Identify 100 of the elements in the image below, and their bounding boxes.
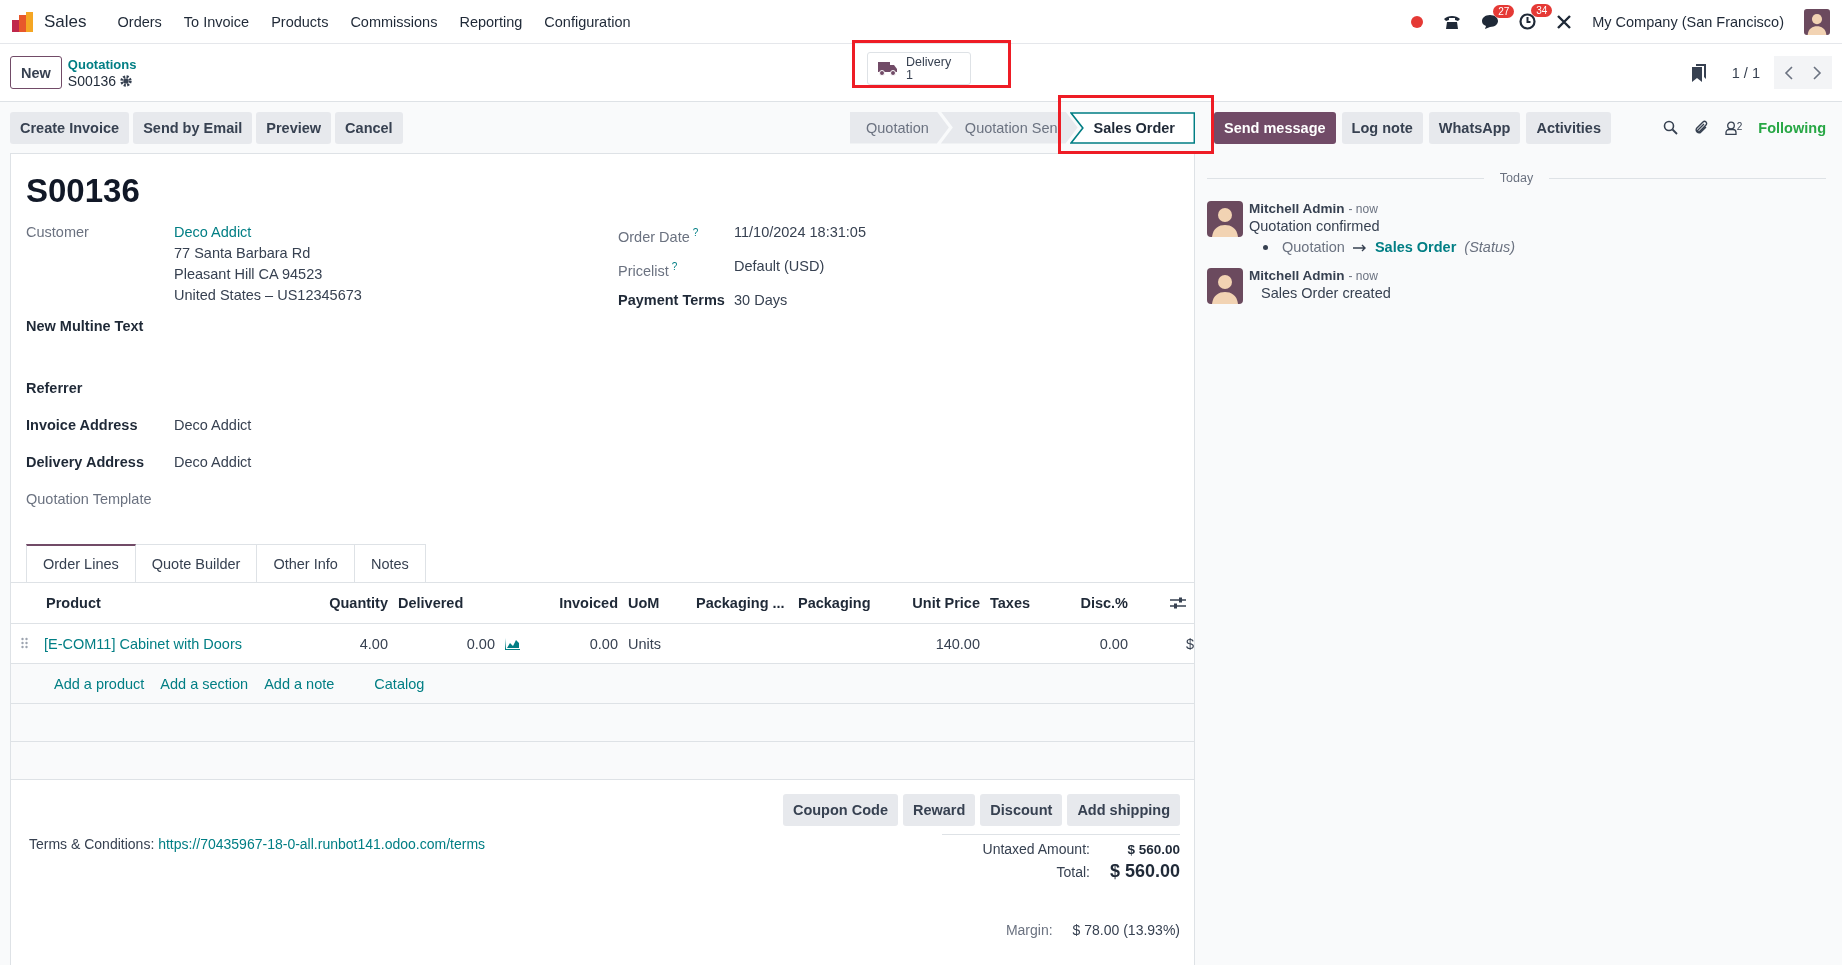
field-value: Default (USD) bbox=[734, 257, 825, 276]
column-settings-icon[interactable] bbox=[1170, 596, 1186, 610]
table-cell-text: Units bbox=[627, 635, 663, 652]
message-text: Quotation confirmed bbox=[1249, 217, 1381, 236]
terms-text: Terms & Conditions: https://70435967-18-0-all.runbot141.odoo.com/terms bbox=[29, 836, 486, 854]
search-icon[interactable] bbox=[1662, 120, 1678, 135]
promo-button[interactable]: Discount bbox=[980, 794, 1063, 826]
field-value: Deco Addict bbox=[174, 453, 252, 472]
action-button[interactable]: Send by Email bbox=[133, 111, 253, 144]
table-cell: 0.00 bbox=[466, 635, 495, 652]
address-line: 77 Santa Barbara Rd bbox=[174, 244, 312, 263]
area-chart-icon[interactable] bbox=[505, 637, 520, 650]
add-link[interactable]: Add a note bbox=[264, 675, 335, 692]
column-header[interactable]: Unit Price bbox=[881, 595, 985, 611]
total-label: Total: bbox=[1055, 864, 1090, 880]
total-label: Untaxed Amount: bbox=[981, 841, 1090, 857]
arrow-icon bbox=[1352, 243, 1367, 252]
drag-handle-icon[interactable] bbox=[21, 636, 28, 649]
tab[interactable]: Quote Builder bbox=[135, 544, 258, 583]
tracking-field: (Status) bbox=[1464, 237, 1516, 258]
column-header[interactable]: UoM bbox=[623, 595, 691, 611]
chatter-button[interactable]: Send message bbox=[1214, 111, 1336, 144]
message-author: Mitchell Admin bbox=[1249, 201, 1345, 216]
status-step[interactable]: Quotation Sen bbox=[940, 111, 1078, 144]
status-step[interactable]: Sales Order bbox=[1069, 111, 1195, 144]
chat-icon[interactable] bbox=[1481, 13, 1500, 30]
menu-item[interactable]: To Invoice bbox=[172, 13, 261, 30]
avatar-icon bbox=[1207, 268, 1243, 304]
truck-icon bbox=[878, 61, 898, 76]
status-step[interactable]: Quotation bbox=[849, 111, 949, 144]
clock-icon[interactable] bbox=[1519, 13, 1537, 30]
menu-item[interactable]: Products bbox=[260, 13, 340, 30]
action-button[interactable]: Cancel bbox=[335, 111, 403, 144]
app-logo-icon[interactable] bbox=[12, 11, 34, 32]
promo-button[interactable]: Coupon Code bbox=[782, 794, 898, 826]
stat-value: 1 bbox=[906, 68, 913, 82]
field-label: Quotation Template bbox=[26, 490, 153, 509]
chat-count: 27 bbox=[1493, 4, 1515, 18]
terms-link[interactable]: https://70435967-18-0-all.runbot141.odoo.com/terms bbox=[158, 836, 486, 852]
add-link[interactable]: Add a section bbox=[160, 675, 249, 692]
bookmark-icon[interactable] bbox=[1691, 63, 1706, 82]
column-header[interactable]: Packaging ... bbox=[691, 595, 793, 611]
menu-item[interactable]: Configuration bbox=[533, 13, 642, 30]
field-label: Payment Terms bbox=[618, 291, 726, 310]
column-header[interactable]: Taxes bbox=[985, 595, 1061, 611]
tab[interactable]: Order Lines bbox=[26, 544, 136, 583]
chatter-button[interactable]: Activities bbox=[1526, 111, 1611, 144]
table-cell-text: 0.00 bbox=[1098, 635, 1129, 652]
stat-label: Delivery bbox=[906, 55, 952, 69]
breadcrumb-link[interactable]: Quotations bbox=[67, 55, 137, 73]
menu-item[interactable]: Orders bbox=[106, 13, 173, 30]
action-button[interactable]: Preview bbox=[256, 111, 332, 144]
promo-button[interactable]: Add shipping bbox=[1067, 794, 1180, 826]
column-header[interactable]: Packaging bbox=[793, 595, 881, 611]
tab[interactable]: Other Info bbox=[257, 544, 355, 583]
date-separator: Today bbox=[1499, 171, 1534, 185]
field-value: Deco Addict bbox=[174, 416, 252, 435]
chevron-right-icon bbox=[1813, 65, 1822, 80]
follower-count: 2 bbox=[1736, 120, 1743, 132]
column-header[interactable]: Disc.% bbox=[1061, 595, 1133, 611]
message-time: - now bbox=[1348, 269, 1378, 283]
paperclip-icon[interactable] bbox=[1693, 119, 1709, 136]
column-header[interactable]: Invoiced bbox=[528, 595, 623, 611]
column-header[interactable]: Quantity bbox=[301, 595, 393, 611]
company-switcher[interactable]: My Company (San Francisco) bbox=[1592, 13, 1784, 30]
field-label: Pricelist $^{?}$ bbox=[618, 260, 679, 281]
app-name[interactable]: Sales bbox=[44, 11, 87, 32]
tab[interactable]: Notes bbox=[354, 544, 426, 583]
recording-dot-icon[interactable] bbox=[1411, 15, 1424, 28]
field-label: Order Date $^{?}$ bbox=[618, 226, 700, 247]
address-line: Pleasant Hill CA 94523 bbox=[174, 265, 324, 284]
tracking-old-value: Quotation bbox=[1282, 238, 1345, 257]
chatter-button[interactable]: Log note bbox=[1341, 111, 1423, 144]
follower-icon[interactable] bbox=[1724, 120, 1737, 135]
menu-item[interactable]: Commissions bbox=[339, 13, 449, 30]
margin-value: $ 78.00 (13.93%) bbox=[1072, 922, 1180, 938]
chatter-button[interactable]: WhatsApp bbox=[1428, 111, 1521, 144]
help-mark: ? bbox=[692, 227, 699, 238]
delivery-button[interactable]: Delivery 1 bbox=[867, 52, 971, 85]
phone-icon[interactable] bbox=[1443, 13, 1462, 30]
avatar-icon bbox=[1207, 201, 1243, 237]
message-text: Sales Order created bbox=[1260, 284, 1391, 303]
customer-link[interactable]: Deco Addict bbox=[174, 222, 362, 243]
add-link[interactable]: Catalog bbox=[374, 675, 425, 692]
product-link[interactable]: [E-COM11] Cabinet with Doors bbox=[41, 635, 301, 652]
activity-count: 34 bbox=[1531, 4, 1553, 17]
field-value: 11/10/2024 18:31:05 bbox=[734, 223, 866, 242]
new-button[interactable]: New bbox=[10, 56, 62, 89]
action-button[interactable]: Create Invoice bbox=[10, 111, 130, 144]
table-cell-text: 140.00 bbox=[934, 635, 981, 652]
avatar-icon bbox=[1804, 8, 1830, 35]
column-header[interactable]: Product bbox=[41, 595, 301, 611]
promo-button[interactable]: Reward bbox=[902, 794, 976, 826]
address-line: United States – US12345673 bbox=[174, 286, 362, 305]
chevron-left-icon bbox=[1784, 65, 1793, 80]
column-header[interactable]: Delivered bbox=[393, 595, 528, 611]
field-label: Invoice Address bbox=[26, 416, 139, 435]
margin-label: Margin: bbox=[1005, 922, 1053, 938]
add-link[interactable]: Add a product bbox=[54, 675, 145, 692]
menu-item[interactable]: Reporting bbox=[448, 13, 534, 30]
